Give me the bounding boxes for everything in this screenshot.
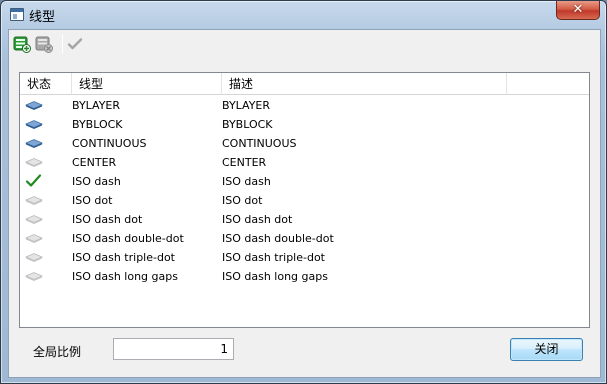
list-item[interactable]: ISO dash triple-dot ISO dash triple-dot — [20, 248, 589, 267]
list-header: 状态 线型 描述 — [20, 73, 589, 95]
linetype-gray-icon — [24, 153, 44, 172]
status-icon — [25, 196, 43, 205]
add-linetype-button[interactable] — [12, 34, 32, 54]
linetype-description: CENTER — [222, 156, 267, 169]
status-icon — [25, 272, 43, 281]
linetype-gray-icon — [24, 248, 44, 267]
linetype-name: CONTINUOUS — [72, 137, 147, 150]
linetype-gray-icon — [24, 229, 44, 248]
linetype-gray-icon — [24, 191, 44, 210]
list-item[interactable]: ISO dot ISO dot — [20, 191, 589, 210]
linetype-name: ISO dash — [72, 175, 121, 188]
linetype-dialog: 线型 ✕ 状态 线型 描述 BYLAYER BYLAYER BYBLOCK BY… — [0, 0, 607, 384]
status-icon — [25, 101, 43, 110]
list-item[interactable]: CONTINUOUS CONTINUOUS — [20, 134, 589, 153]
column-header-linetype[interactable]: 线型 — [72, 73, 222, 95]
linetype-blue-icon — [24, 134, 44, 153]
dialog-body: 状态 线型 描述 BYLAYER BYLAYER BYBLOCK BYBLOCK CON… — [8, 29, 601, 378]
list-item[interactable]: ISO dash double-dot ISO dash double-dot — [20, 229, 589, 248]
linetype-description: ISO dot — [222, 194, 263, 207]
column-header-status[interactable]: 状态 — [20, 73, 72, 95]
column-header-description[interactable]: 描述 — [222, 73, 507, 95]
current-check-icon — [24, 172, 44, 191]
linetype-name: ISO dash long gaps — [72, 270, 178, 283]
global-scale-input[interactable] — [113, 338, 234, 360]
linetype-name: CENTER — [72, 156, 117, 169]
linetype-blue-icon — [24, 96, 44, 115]
linetype-description: BYLAYER — [222, 99, 271, 112]
linetype-gray-icon — [24, 267, 44, 286]
status-icon — [25, 120, 43, 129]
delete-linetype-button[interactable] — [34, 34, 54, 54]
linetype-list[interactable]: 状态 线型 描述 BYLAYER BYLAYER BYBLOCK BYBLOCK CON… — [19, 72, 590, 328]
linetype-name: ISO dash dot — [72, 213, 143, 226]
linetype-description: ISO dash long gaps — [222, 270, 328, 283]
list-rows: BYLAYER BYLAYER BYBLOCK BYBLOCK CONTINUOUS CO… — [20, 96, 589, 286]
list-item[interactable]: ISO dash dot ISO dash dot — [20, 210, 589, 229]
linetype-name: ISO dot — [72, 194, 113, 207]
window-title: 线型 — [29, 10, 56, 25]
status-icon — [25, 215, 43, 224]
linetype-description: ISO dash — [222, 175, 271, 188]
status-icon — [25, 158, 43, 167]
status-icon — [25, 139, 43, 148]
linetype-blue-icon — [24, 115, 44, 134]
list-item[interactable]: CENTER CENTER — [20, 153, 589, 172]
linetype-name: ISO dash triple-dot — [72, 251, 175, 264]
list-item[interactable]: BYLAYER BYLAYER — [20, 96, 589, 115]
list-item[interactable]: ISO dash ISO dash — [20, 172, 589, 191]
close-button[interactable]: 关闭 — [510, 338, 583, 361]
status-icon — [25, 234, 43, 243]
toolbar — [9, 30, 600, 58]
set-current-button[interactable] — [65, 34, 85, 54]
linetype-name: BYLAYER — [72, 99, 121, 112]
linetype-description: CONTINUOUS — [222, 137, 297, 150]
linetype-name: BYBLOCK — [72, 118, 123, 131]
status-icon — [25, 174, 42, 187]
toolbar-separator — [62, 35, 63, 53]
list-item[interactable]: BYBLOCK BYBLOCK — [20, 115, 589, 134]
global-scale-label: 全局比例 — [33, 345, 82, 359]
check-icon — [67, 38, 83, 50]
linetype-description: ISO dash dot — [222, 213, 293, 226]
status-icon — [25, 253, 43, 262]
linetype-gray-icon — [24, 210, 44, 229]
window-close-button[interactable]: ✕ — [556, 1, 600, 20]
window-icon — [10, 8, 24, 21]
linetype-description: ISO dash double-dot — [222, 232, 334, 245]
title-bar[interactable]: 线型 ✕ — [1, 1, 606, 29]
list-item[interactable]: ISO dash long gaps ISO dash long gaps — [20, 267, 589, 286]
add-linetype-icon — [13, 36, 31, 53]
linetype-description: BYBLOCK — [222, 118, 273, 131]
delete-linetype-icon — [35, 36, 53, 53]
linetype-description: ISO dash triple-dot — [222, 251, 325, 264]
linetype-name: ISO dash double-dot — [72, 232, 184, 245]
